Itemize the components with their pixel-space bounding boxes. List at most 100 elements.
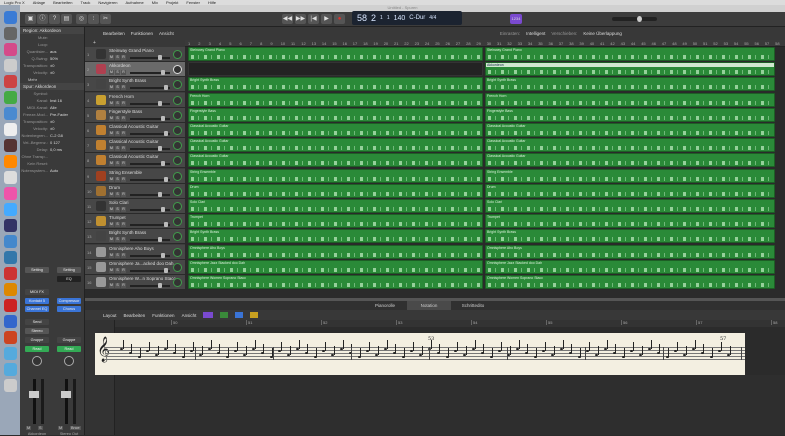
track-header[interactable]: 7 Classical Acoustic Guitar M S R <box>85 138 185 154</box>
inspector-row[interactable]: Transposition: ±0 <box>20 118 84 125</box>
dock-app-icon[interactable] <box>3 27 17 40</box>
pan-knob[interactable] <box>173 202 182 211</box>
inspector-row[interactable]: Q-Swing: 50% <box>20 55 84 62</box>
record-enable-button[interactable]: R <box>121 131 126 136</box>
pan-knob[interactable] <box>173 217 182 227</box>
region-header[interactable]: Region: Akkordeon <box>20 27 84 34</box>
region[interactable]: Classical Acoustic Guitar <box>485 123 775 137</box>
arrange-area[interactable]: Steinway Grand Piano Steinway Grand Piano… <box>185 47 785 290</box>
record-enable-button[interactable]: R <box>121 70 126 76</box>
solo-button[interactable]: S <box>115 237 120 243</box>
region[interactable]: Bright Synth Brass <box>188 229 483 244</box>
tab-notation[interactable]: Notation <box>407 301 451 310</box>
slider-handle[interactable] <box>161 115 165 121</box>
record-button[interactable]: ● <box>334 14 345 24</box>
track-name[interactable]: Solo Clari <box>109 200 129 205</box>
tab-pianorolle[interactable]: Pianorolle <box>363 301 407 310</box>
strip-automation[interactable]: Read <box>57 346 81 352</box>
solo-button[interactable]: S <box>115 267 120 273</box>
dock-app-icon[interactable] <box>3 155 17 168</box>
slider-handle[interactable] <box>161 207 165 212</box>
track-header[interactable]: 1 Steinway Grand Piano M S R <box>85 47 185 62</box>
record-enable-button[interactable]: R <box>121 267 126 273</box>
track-volume-slider[interactable] <box>130 70 170 76</box>
region[interactable]: Drum <box>485 183 775 198</box>
inspector-row[interactable]: Velocity: ±0 <box>20 125 84 132</box>
pan-knob[interactable] <box>173 50 182 59</box>
inspector-row[interactable]: Notensystem... Auto <box>20 167 84 174</box>
pan-knob[interactable] <box>32 356 42 366</box>
region[interactable]: French Horn <box>188 92 483 107</box>
inspector-row[interactable]: Freeze-Mod... Pre-Fader <box>20 111 84 118</box>
region[interactable] <box>188 62 483 77</box>
slider-handle[interactable] <box>164 267 168 273</box>
record-enable-button[interactable]: R <box>121 237 126 243</box>
pan-knob[interactable] <box>173 95 182 105</box>
menu-ansicht[interactable]: Ansicht <box>159 31 174 36</box>
record-enable-button[interactable]: R <box>121 161 126 167</box>
lcd-display[interactable]: 58 2 1 1 140 C-Dur 4/4 <box>352 11 462 25</box>
record-enable-button[interactable]: R <box>121 146 126 152</box>
region[interactable]: Trumpet <box>485 214 775 229</box>
mute-button[interactable]: M <box>109 267 114 273</box>
dock-app-icon[interactable] <box>3 43 17 56</box>
solo-button[interactable]: S <box>115 222 120 228</box>
help-button[interactable]: ? <box>49 14 60 24</box>
slider-handle[interactable] <box>161 252 165 258</box>
track-volume-slider[interactable] <box>130 176 170 182</box>
library-button[interactable]: ▣ <box>25 14 36 24</box>
track-header[interactable]: 11 Solo Clari M S R <box>85 199 185 214</box>
track-name[interactable]: French Horn <box>109 94 134 99</box>
fader-cap[interactable] <box>61 391 71 398</box>
dock-app-icon[interactable] <box>3 315 17 328</box>
inspector-row[interactable]: Quantisier... aus <box>20 48 84 55</box>
region[interactable]: Fingerstyle Bass <box>485 107 775 122</box>
tab-schrittedito[interactable]: Schrittedito <box>451 301 495 310</box>
region[interactable]: Steinway Grand Piano <box>188 47 483 61</box>
track-volume-slider[interactable] <box>130 222 170 228</box>
strip-plugin2[interactable]: Chorus <box>57 306 81 312</box>
slider-handle[interactable] <box>158 146 162 152</box>
track-name[interactable]: Akkordeon <box>109 63 131 68</box>
editor-ruler[interactable]: 50 51 52 53 54 55 56 57 58 <box>115 320 785 327</box>
strip-plugin1[interactable]: Kontakt 5 <box>25 298 49 304</box>
editor-menu-ansicht[interactable]: Ansicht <box>182 313 197 318</box>
solo-button[interactable]: S <box>115 55 120 60</box>
mute-button[interactable]: M <box>109 283 114 288</box>
dock-app-icon[interactable] <box>3 107 17 120</box>
track-volume-slider[interactable] <box>130 161 170 167</box>
mute-button[interactable]: M <box>109 161 114 167</box>
dock-app-icon[interactable] <box>3 187 17 200</box>
track-volume-slider[interactable] <box>130 100 170 106</box>
inspector-value[interactable]: C-2 G8 <box>50 133 63 138</box>
fader-cap[interactable] <box>29 391 39 398</box>
solo-button[interactable]: S <box>115 115 120 121</box>
strip-mute-button[interactable]: M <box>26 426 32 430</box>
editor-menu-funktionen[interactable]: Funktionen <box>152 313 174 318</box>
track-volume-slider[interactable] <box>130 207 170 212</box>
pan-knob[interactable] <box>173 247 182 257</box>
track-header[interactable]: 15 Omnisphere Ja...acked doo Dah M S R <box>85 259 185 275</box>
track-header[interactable]: 5 Fingerstyle Bass M S R <box>85 107 185 123</box>
inspector-value[interactable]: Auto <box>50 168 58 173</box>
volume-fader[interactable] <box>65 379 68 424</box>
inspector-row[interactable]: Kein Reset: <box>20 160 84 167</box>
region[interactable]: Trumpet <box>188 214 483 229</box>
track-volume-slider[interactable] <box>130 55 170 60</box>
dock-app-icon[interactable] <box>3 363 17 376</box>
mute-button[interactable]: M <box>109 146 114 152</box>
editor-menu-bearbeiten[interactable]: Bearbeiten <box>124 313 146 318</box>
dock-app-icon[interactable] <box>3 379 17 392</box>
mute-button[interactable]: M <box>109 85 114 91</box>
solo-button[interactable]: S <box>115 252 120 258</box>
track-name[interactable]: Classical Acoustic Guitar <box>109 139 159 144</box>
region[interactable]: Bright Synth Brass <box>485 77 775 92</box>
record-enable-button[interactable]: R <box>121 115 126 121</box>
track-name[interactable]: String Ensemble <box>109 170 142 175</box>
volume-fader[interactable] <box>33 379 36 424</box>
record-enable-button[interactable]: R <box>121 207 126 212</box>
region[interactable]: Omnisphere Jazz Stacked doo Dah <box>188 259 483 274</box>
track-volume-slider[interactable] <box>130 237 170 243</box>
track-name[interactable]: Fingerstyle Bass <box>109 109 142 114</box>
pan-knob[interactable] <box>173 156 182 166</box>
